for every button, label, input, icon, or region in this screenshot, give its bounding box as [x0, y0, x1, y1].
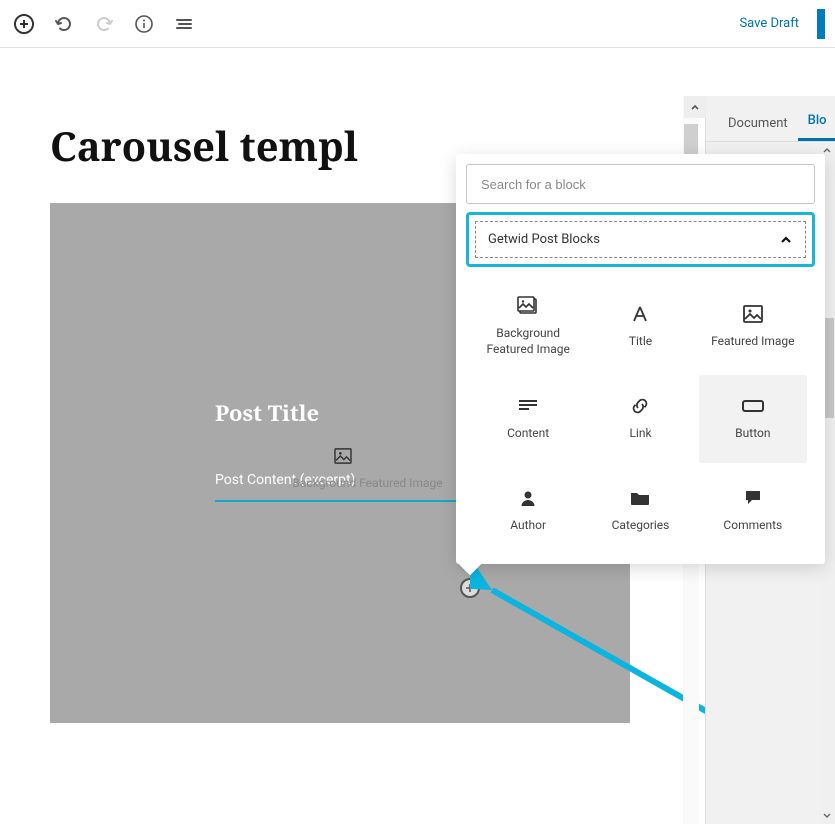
info-icon[interactable]	[130, 10, 158, 38]
image-icon	[742, 304, 764, 324]
block-button[interactable]: Button	[699, 375, 807, 463]
block-label: Background Featured Image	[474, 326, 582, 357]
block-categories[interactable]: Categories	[586, 467, 694, 555]
add-block-button[interactable]	[460, 578, 480, 598]
redo-icon[interactable]	[90, 10, 118, 38]
block-comments[interactable]: Comments	[699, 467, 807, 555]
tab-block[interactable]: Blo	[798, 101, 835, 141]
block-label: Author	[510, 518, 546, 534]
post-title-block[interactable]: Post Title	[215, 398, 470, 428]
editor-toolbar: Save Draft	[0, 0, 835, 48]
block-label: Comments	[723, 518, 782, 534]
block-label: Categories	[612, 518, 670, 534]
background-image-icon	[517, 296, 539, 316]
block-category-header[interactable]: Getwid Post Blocks	[466, 212, 815, 267]
block-underline	[215, 500, 470, 502]
block-label: Button	[735, 426, 770, 442]
title-icon	[629, 304, 651, 324]
block-grid: Background Featured Image Title Featured…	[466, 279, 815, 559]
category-title: Getwid Post Blocks	[488, 232, 600, 247]
block-label: Content	[507, 426, 549, 442]
toolbar-right: Save Draft	[729, 9, 825, 39]
author-icon	[517, 488, 539, 508]
add-block-icon[interactable]	[10, 10, 38, 38]
link-icon	[629, 396, 651, 416]
comments-icon	[742, 488, 764, 508]
search-input[interactable]	[466, 164, 815, 204]
block-content[interactable]: Content	[474, 375, 582, 463]
block-label: Link	[629, 426, 651, 442]
featured-image-placeholder[interactable]	[215, 448, 470, 464]
toolbar-edge	[817, 9, 825, 39]
block-inserter-popup: Getwid Post Blocks Background Featured I…	[456, 154, 825, 564]
scroll-down-icon[interactable]	[819, 808, 835, 824]
content-icon	[517, 396, 539, 416]
block-background-featured-image[interactable]: Background Featured Image	[474, 283, 582, 371]
save-draft-button[interactable]: Save Draft	[729, 10, 809, 37]
block-link[interactable]: Link	[586, 375, 694, 463]
categories-icon	[629, 488, 651, 508]
chevron-up-icon	[779, 233, 793, 247]
inner-block[interactable]: Post Title Post Content (excerpt) Backgr…	[215, 398, 470, 502]
toolbar-left	[10, 10, 198, 38]
image-icon	[334, 448, 352, 464]
outline-icon[interactable]	[170, 10, 198, 38]
tab-document[interactable]: Document	[718, 104, 798, 141]
block-author[interactable]: Author	[474, 467, 582, 555]
block-title[interactable]: Title	[586, 283, 694, 371]
button-icon	[742, 396, 764, 416]
undo-icon[interactable]	[50, 10, 78, 38]
sidebar-tabs: Document Blo	[706, 96, 835, 142]
block-label: Featured Image	[711, 334, 794, 350]
block-featured-image[interactable]: Featured Image	[699, 283, 807, 371]
tabs-scroll-up[interactable]	[684, 96, 706, 118]
block-label: Title	[629, 334, 652, 350]
